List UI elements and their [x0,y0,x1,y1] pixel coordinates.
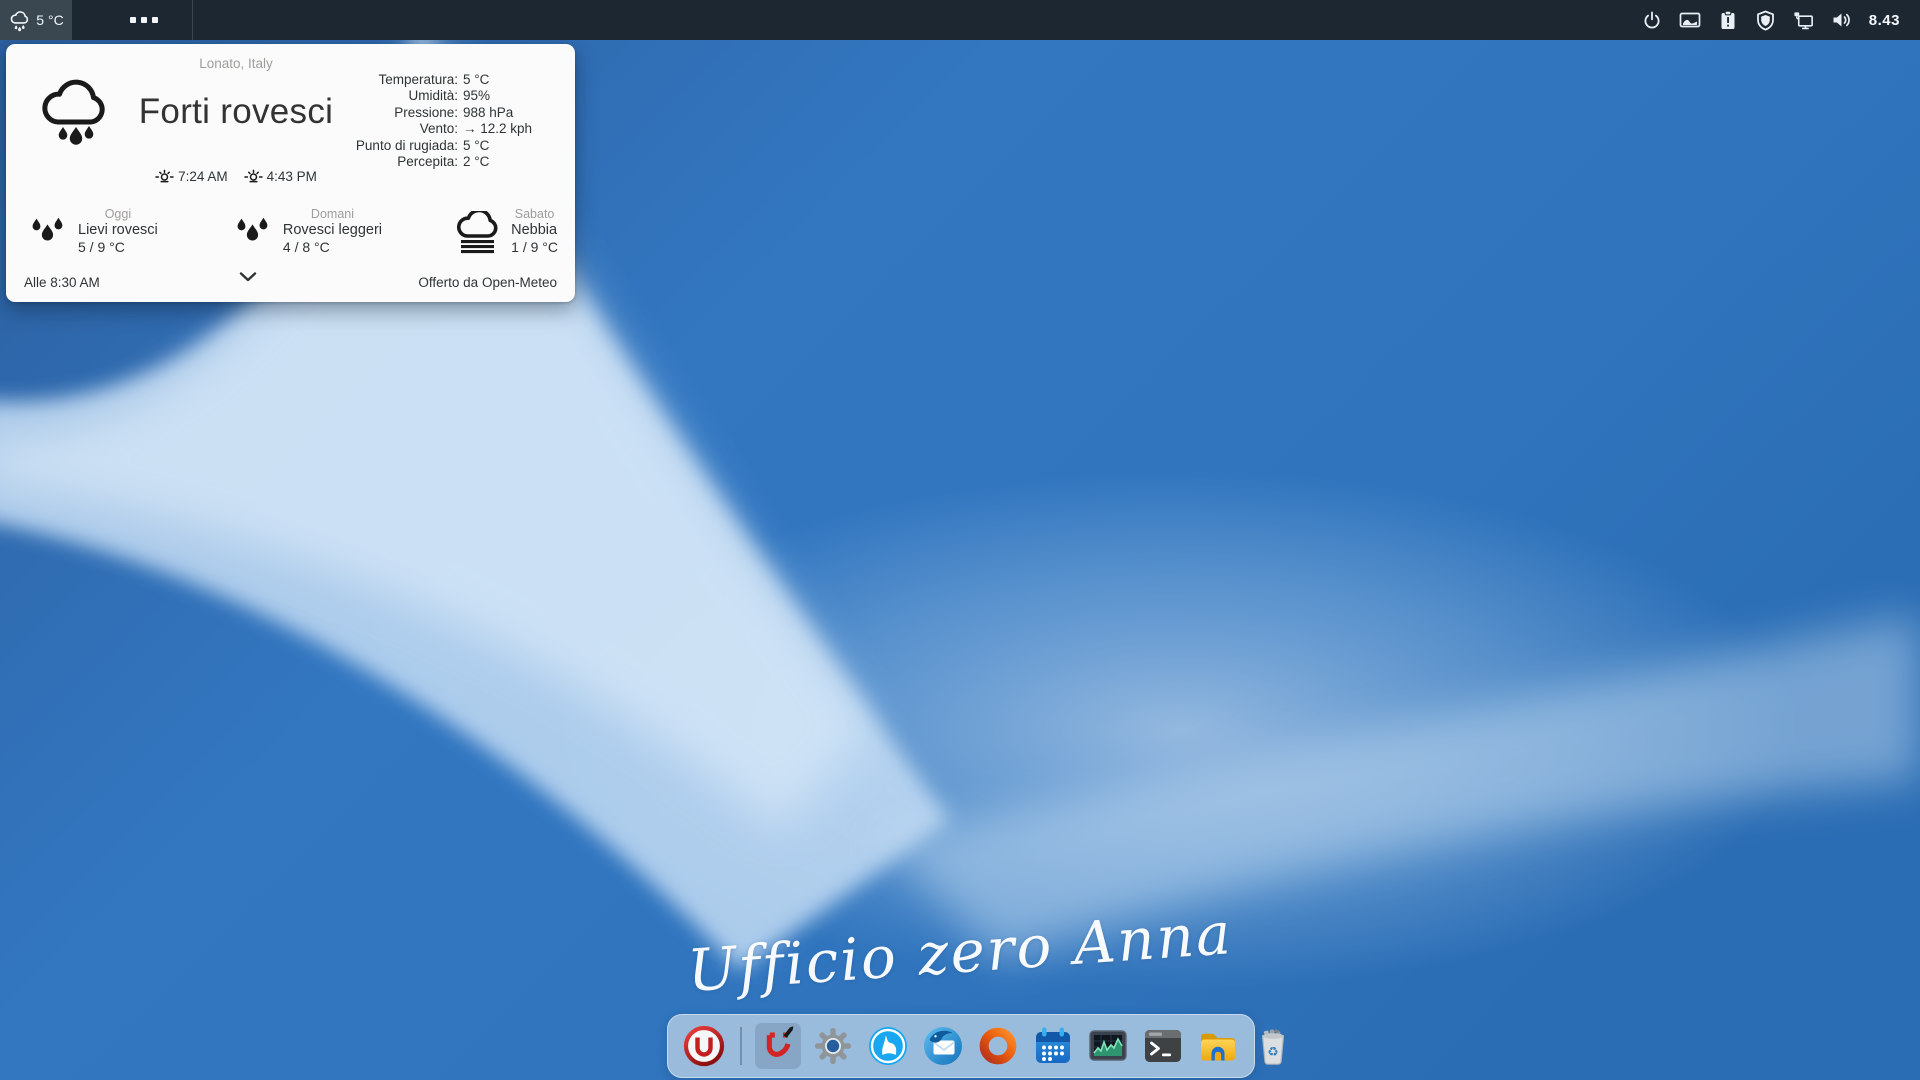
expand-forecast-button[interactable] [228,272,268,282]
forecast-temps: 4 / 8 °C [283,239,382,255]
panel-separator [192,0,193,40]
shield-icon[interactable] [1755,9,1777,31]
detail-value: 5 °C [463,138,562,154]
clipboard-icon[interactable] [1717,9,1739,31]
office-icon [977,1025,1019,1067]
weather-applet-indicator[interactable]: 5 °C [0,0,72,40]
sunset-time: 4:43 PM [267,169,317,184]
dock-calendar[interactable] [1030,1023,1076,1069]
clock[interactable]: 8.43 [1869,12,1900,29]
svg-text:♻: ♻ [1267,1044,1278,1059]
dock-terminal[interactable] [1140,1023,1186,1069]
detail-label: Temperatura: [156,72,458,88]
system-monitor-icon [1086,1024,1130,1068]
dock-trash[interactable]: ♻ [1250,1023,1296,1069]
forecast-condition: Rovesci leggeri [283,222,382,238]
power-icon[interactable] [1641,9,1663,31]
forecast-day: Oggi [78,207,158,221]
dock-librewolf-browser[interactable] [865,1023,911,1069]
dock-thunderbird-mail[interactable] [920,1023,966,1069]
weather-indicator-temp: 5 °C [36,12,63,28]
detail-label: Percepita: [156,154,458,170]
forecast-condition: Nebbia [511,222,558,238]
fog-icon [455,211,501,257]
panel-overflow-menu-button[interactable] [118,0,170,40]
ellipsis-icon [130,17,136,23]
gear-icon [811,1024,855,1068]
weather-popup-footer: Alle 8:30 AM Offerto da Open-Meteo [24,272,557,292]
forecast-domani: DomaniRovesci leggeri4 / 8 °C [231,207,382,265]
weather-location: Lonato, Italy [106,56,366,71]
dock-system-monitor[interactable] [1085,1023,1131,1069]
trash-icon: ♻ [1253,1024,1293,1068]
detail-value: → 12.2 kph [463,121,562,137]
display-icon[interactable] [1679,9,1701,31]
detail-value: 988 hPa [463,105,562,121]
dock-file-manager[interactable] [1195,1023,1241,1069]
sunset-icon [244,168,263,185]
rain-icon [231,211,273,255]
volume-icon[interactable] [1831,9,1853,31]
dock-office-suite[interactable] [975,1023,1021,1069]
forecast-condition: Lievi rovesci [78,222,158,238]
dock-ufficiozero-app[interactable] [755,1023,801,1069]
forecast-day: Sabato [511,207,558,221]
dock-separator [740,1027,742,1065]
forecast-day: Domani [283,207,382,221]
weather-popup: Lonato, Italy Forti rovesci [6,44,575,302]
uz-logo-icon [682,1024,726,1068]
forecast-row: OggiLievi rovesci5 / 9 °C DomaniRovesci l… [26,207,558,265]
terminal-icon [1141,1024,1185,1068]
calendar-icon [1031,1024,1075,1068]
sunrise-time: 7:24 AM [178,169,228,184]
rain-cloud-icon [8,9,31,32]
dock: ♻ [667,1014,1255,1078]
forecast-temps: 1 / 9 °C [511,239,558,255]
dock-settings[interactable] [810,1023,856,1069]
sunrise-icon [155,168,174,185]
detail-label: Punto di rugiada: [156,138,458,154]
file-manager-icon [1196,1024,1240,1068]
detail-value: 2 °C [463,154,562,170]
weather-updated-time: Alle 8:30 AM [24,275,100,290]
weather-details: Temperatura: 5 °C Umidità: 95% Pressione: 988… [156,72,562,170]
forecast-temps: 5 / 9 °C [78,239,158,255]
uz-pen-icon [758,1026,798,1066]
thunderbird-icon [921,1024,965,1068]
network-icon[interactable] [1793,9,1815,31]
forecast-oggi: OggiLievi rovesci5 / 9 °C [26,207,158,265]
chevron-down-icon [239,272,257,282]
detail-label: Umidità: [156,88,458,104]
top-panel: 5 °C 8.43 [0,0,1920,40]
forecast-sabato: SabatoNebbia1 / 9 °C [455,207,558,265]
dock-ufficiozero-menu[interactable] [681,1023,727,1069]
system-tray: 8.43 [1641,9,1920,31]
detail-label: Pressione: [156,105,458,121]
sun-times: 7:24 AM 4:43 PM [86,168,386,185]
detail-value: 5 °C [463,72,562,88]
detail-label: Vento: [156,121,458,137]
librewolf-icon [866,1024,910,1068]
rain-icon [26,211,68,255]
weather-attribution: Offerto da Open-Meteo [418,275,557,290]
detail-value: 95% [463,88,562,104]
